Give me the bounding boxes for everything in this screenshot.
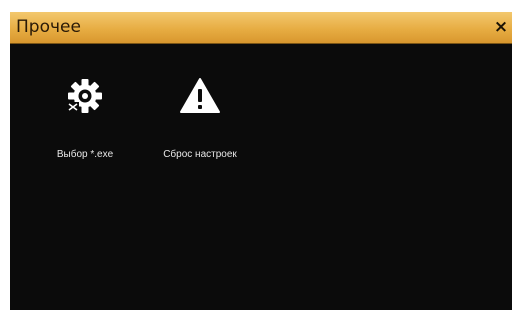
window-title: Прочее: [16, 17, 81, 37]
select-exe-button[interactable]: Выбор *.exe: [25, 76, 145, 166]
select-exe-label: Выбор *.exe: [56, 149, 114, 160]
gear-exe-icon: [67, 79, 102, 113]
dialog-window: Прочее × Выбор *.exe Сброс настроек: [10, 12, 512, 310]
title-bar: Прочее ×: [10, 12, 512, 43]
close-button[interactable]: ×: [492, 17, 510, 37]
reset-settings-button[interactable]: Сброс настроек: [140, 76, 260, 166]
warning-icon: [180, 78, 220, 113]
reset-settings-label: Сброс настроек: [163, 149, 237, 160]
